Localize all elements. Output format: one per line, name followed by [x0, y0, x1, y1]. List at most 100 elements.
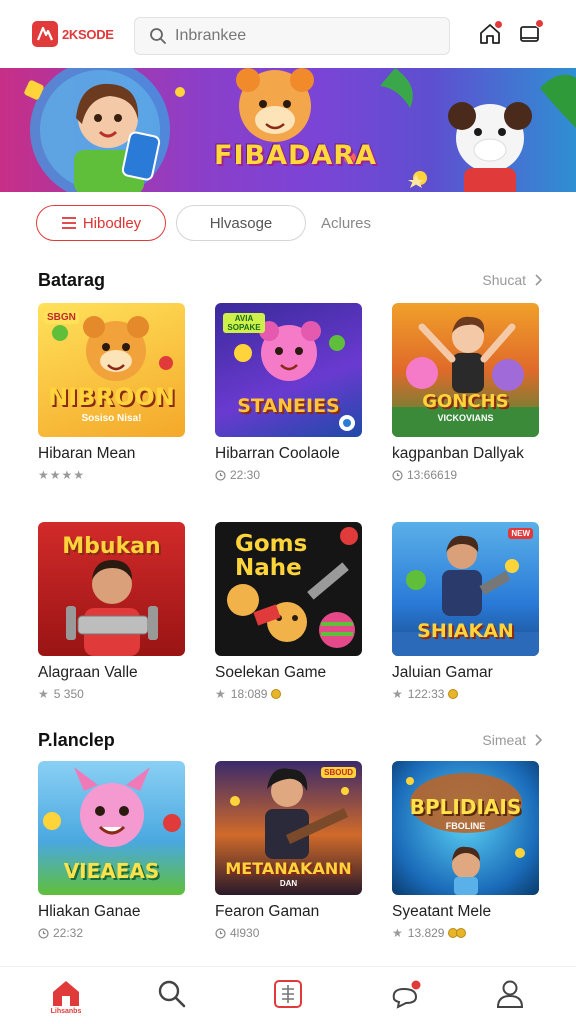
game-title: Hliakan Ganae	[38, 903, 141, 920]
game-title: Syeatant Mele	[392, 903, 492, 920]
game-thumbnail: SBGN NIBROON Sosiso Nisa!	[38, 303, 185, 437]
rating-value: 5 350	[53, 687, 84, 701]
nav-chat[interactable]	[386, 979, 426, 1019]
game-thumbnail: AVIA SOPAKE STANEIES	[215, 303, 362, 437]
menu-icon	[61, 217, 76, 229]
chip-aclures[interactable]: Aclures	[316, 205, 376, 241]
game-meta: 22:32	[38, 926, 185, 940]
clock-icon	[215, 927, 226, 939]
game-thumbnail: NEW SHIAKAN	[392, 522, 539, 656]
section-more-link[interactable]: Simeat	[482, 732, 542, 748]
thumb-tag: SBGN	[44, 311, 79, 324]
thumb-title: GONCHS	[422, 391, 509, 412]
banner-title: FIBADARA	[214, 140, 377, 171]
search-icon	[150, 28, 166, 44]
game-card[interactable]: VIEAEAS Hliakan Ganae 22:32	[38, 761, 185, 940]
nav-profile[interactable]	[490, 979, 530, 1019]
logo-text: 2KSODE	[62, 26, 114, 42]
section-more-label: Simeat	[482, 732, 526, 748]
promo-banner[interactable]: FIBADARA	[0, 68, 576, 192]
game-title: Soelekan Game	[215, 664, 327, 681]
clock-icon	[215, 469, 226, 481]
rating-stars: ★★★★	[38, 468, 86, 482]
thumb-tag: SBOUD	[321, 767, 356, 778]
game-meta: 22:30	[215, 468, 362, 482]
thumb-caption: FBOLINE	[445, 821, 486, 831]
game-title: Hibarran Coolaole	[215, 445, 340, 462]
play-time: 22:32	[53, 926, 84, 940]
game-card[interactable]: GONCHS VICKOVIANS kagpanban Dallyak 13:6…	[392, 303, 539, 482]
message-notification-button[interactable]	[518, 19, 544, 48]
clock-icon	[38, 927, 49, 939]
play-time: 13:66619	[407, 468, 458, 482]
chip-label: Aclures	[320, 214, 372, 232]
chevron-right-icon	[535, 734, 542, 746]
game-title: Hibaran Mean	[38, 445, 136, 462]
thumb-title: NIBROON	[48, 383, 175, 411]
game-meta: 13:66619	[392, 468, 539, 482]
search-bar[interactable]	[134, 17, 450, 55]
thumb-title: BPLIDIAIS	[409, 795, 522, 819]
nav-library[interactable]	[268, 979, 308, 1019]
game-thumbnail: Mbukan	[38, 522, 185, 656]
thumb-title: STANEIES	[237, 395, 340, 417]
nav-home[interactable]: Lihsanbs	[46, 979, 86, 1019]
game-title: Jaluian Gamar	[392, 664, 493, 681]
game-thumbnail: BPLIDIAIS FBOLINE	[392, 761, 539, 895]
game-card[interactable]: Mbukan Alagraan Valle ★ 5 350	[38, 522, 185, 701]
thumb-title: Goms Nahe	[235, 531, 308, 581]
chip-label: Hibodley	[82, 214, 142, 232]
filter-chips: Hibodley Hlvasoge Aclures	[36, 205, 376, 241]
search-icon	[158, 980, 186, 1008]
thumb-caption: VICKOVIANS	[437, 413, 494, 423]
game-card[interactable]: SBGN NIBROON Sosiso Nisa! Hibaran Mean ★…	[38, 303, 185, 482]
chip-hibodley[interactable]: Hibodley	[36, 205, 166, 241]
banner-art	[24, 68, 576, 192]
star-icon: ★	[38, 687, 50, 701]
app-logo[interactable]: 2KSODE	[32, 21, 114, 47]
search-input[interactable]	[175, 27, 425, 45]
section-more-label: Shucat	[482, 272, 526, 288]
thumb-tag: AVIA SOPAKE	[223, 313, 265, 333]
game-card[interactable]: AVIA SOPAKE STANEIES Hibarran Coolaole 2…	[215, 303, 362, 482]
game-title: Alagraan Valle	[38, 664, 138, 681]
nav-label: Lihsanbs	[50, 1008, 82, 1015]
game-meta: ★ 18:089	[215, 687, 362, 701]
game-card[interactable]: NEW SHIAKAN Jaluian Gamar ★ 122:33	[392, 522, 539, 701]
game-title: kagpanban Dallyak	[392, 445, 524, 462]
thumb-caption: Sosiso Nisa!	[81, 413, 142, 424]
bottom-navigation: Lihsanbs	[0, 966, 576, 1024]
nav-search[interactable]	[152, 979, 192, 1019]
home-icon	[53, 981, 79, 1006]
thumb-title: SHIAKAN	[417, 620, 514, 642]
game-meta: ★ 13.829	[392, 926, 539, 940]
coin-icon	[448, 689, 459, 699]
thumb-title: Mbukan	[62, 534, 161, 559]
chip-hlvasoge[interactable]: Hlvasoge	[176, 205, 306, 241]
coin-icon	[456, 928, 467, 938]
game-meta: ★ 122:33	[392, 687, 539, 701]
game-thumbnail: VIEAEAS	[38, 761, 185, 895]
thumb-title: METANAKANN	[225, 859, 352, 878]
star-icon: ★	[392, 926, 404, 940]
thumb-title: VIEAEAS	[63, 859, 160, 883]
game-card[interactable]: BPLIDIAIS FBOLINE Syeatant Mele ★ 13.829	[392, 761, 539, 940]
game-meta: ★★★★	[38, 468, 185, 482]
game-card[interactable]: SBOUD METANAKANN DAN Fearon Gaman 4l930	[215, 761, 362, 940]
rating-value: 18:089	[230, 687, 268, 701]
home-notification-button[interactable]	[478, 20, 504, 48]
game-card[interactable]: Goms Nahe Soelekan Game ★ 18:089	[215, 522, 362, 701]
game-thumbnail: Goms Nahe	[215, 522, 362, 656]
profile-icon	[496, 980, 524, 1008]
star-icon: ★	[215, 687, 227, 701]
coin-icon	[271, 689, 282, 699]
notification-dot	[494, 20, 503, 29]
clock-icon	[392, 469, 403, 481]
game-thumbnail: GONCHS VICKOVIANS	[392, 303, 539, 437]
thumb-caption: DAN	[279, 879, 298, 888]
game-title: Fearon Gaman	[215, 903, 320, 920]
rating-value: 122:33	[407, 687, 445, 701]
section-more-link[interactable]: Shucat	[482, 272, 542, 288]
play-time: 22:30	[230, 468, 261, 482]
notification-dot	[535, 19, 544, 28]
